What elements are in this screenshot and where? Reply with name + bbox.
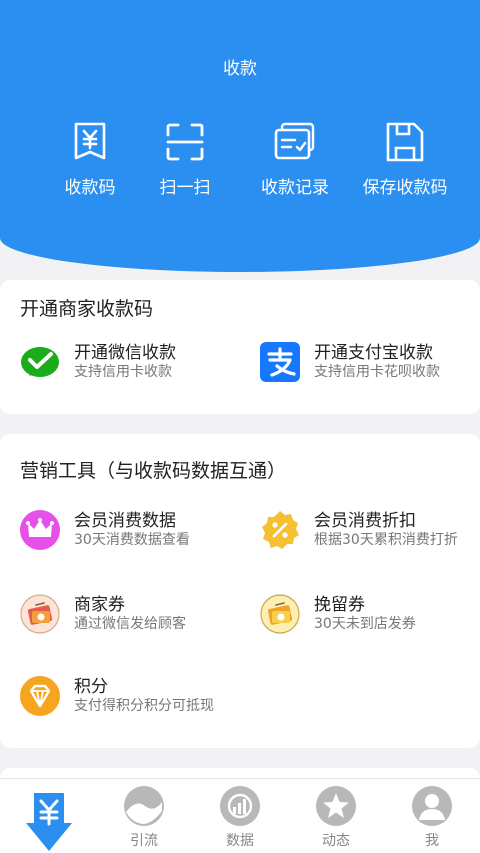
- retention-coupon-icon: [260, 594, 300, 634]
- tab-moments[interactable]: 动态: [288, 779, 384, 853]
- item-title: 挽留券: [314, 595, 365, 615]
- item-title: 会员消费数据: [74, 511, 176, 531]
- points-item[interactable]: 积分 支付得积分积分可抵现: [20, 676, 250, 728]
- item-subtitle: 30天消费数据查看: [74, 532, 190, 548]
- marketing-card: 营销工具（与收款码数据互通） 会员消费数据 30天消费数据查看 会员消费折扣 根…: [0, 434, 480, 748]
- retention-coupon-item[interactable]: 挽留券 30天未到店发券: [260, 594, 470, 646]
- item-subtitle: 支付得积分积分可抵现: [74, 698, 214, 714]
- bottom-tab-bar: 引流 数据 动态 我: [0, 778, 480, 853]
- points-gem-icon: [20, 676, 60, 716]
- crown-icon: [20, 510, 60, 550]
- alipay-icon: [260, 342, 300, 382]
- tab-label: 动态: [322, 833, 350, 849]
- open-wechat-item[interactable]: 开通微信收款 支持信用卡收款: [20, 342, 230, 394]
- header: 收款 收款码 扫一扫 收款记录 保存收款码: [0, 0, 480, 272]
- yuan-download-icon: [26, 793, 72, 851]
- tab-me[interactable]: 我: [384, 779, 480, 853]
- yuan-card-icon: [74, 122, 106, 160]
- discount-badge-icon: [262, 511, 299, 549]
- scan-icon: [166, 123, 204, 161]
- wechat-pay-icon: [20, 342, 60, 382]
- item-subtitle: 支持信用卡花呗收款: [314, 364, 440, 380]
- data-chart-icon: [220, 786, 260, 826]
- tab-label: 数据: [226, 833, 254, 849]
- member-data-item[interactable]: 会员消费数据 30天消费数据查看: [20, 510, 230, 562]
- item-title: 开通支付宝收款: [314, 343, 433, 363]
- merchant-coupon-icon: [20, 594, 60, 634]
- item-title: 开通微信收款: [74, 343, 176, 363]
- section-title: 开通商家收款码: [20, 298, 154, 320]
- scan-button[interactable]: 扫一扫: [125, 120, 245, 198]
- member-discount-item[interactable]: 会员消费折扣 根据30天累积消费打折: [260, 510, 460, 562]
- item-title: 会员消费折扣: [314, 511, 416, 531]
- merchant-coupon-item[interactable]: 商家券 通过微信发给顾客: [20, 594, 230, 646]
- item-subtitle: 30天未到店发券: [314, 616, 416, 632]
- tab-receive[interactable]: [0, 779, 96, 853]
- save-code-button[interactable]: 保存收款码: [345, 120, 465, 198]
- quick-label: 收款记录: [261, 178, 329, 198]
- star-icon: [316, 786, 356, 826]
- receive-records-button[interactable]: 收款记录: [235, 120, 355, 198]
- tab-label: 引流: [130, 833, 158, 849]
- item-subtitle: 通过微信发给顾客: [74, 616, 186, 632]
- section-title: 营销工具（与收款码数据互通）: [20, 460, 287, 482]
- item-subtitle: 支持信用卡收款: [74, 364, 172, 380]
- page-title: 收款: [223, 59, 257, 79]
- open-merchant-card: 开通商家收款码 开通微信收款 支持信用卡收款 开通支付宝收款 支持信用卡花呗收款: [0, 280, 480, 414]
- open-alipay-item[interactable]: 开通支付宝收款 支持信用卡花呗收款: [260, 342, 470, 394]
- traffic-icon: [124, 786, 164, 826]
- item-title: 积分: [74, 677, 108, 697]
- user-icon: [412, 786, 452, 826]
- save-icon: [386, 122, 424, 162]
- tab-traffic[interactable]: 引流: [96, 779, 192, 853]
- records-icon: [274, 122, 315, 160]
- tab-data[interactable]: 数据: [192, 779, 288, 853]
- tab-label: 我: [425, 833, 439, 849]
- quick-label: 扫一扫: [159, 178, 211, 198]
- quick-label: 保存收款码: [362, 178, 448, 198]
- item-subtitle: 根据30天累积消费打折: [314, 532, 458, 548]
- item-title: 商家券: [74, 595, 125, 615]
